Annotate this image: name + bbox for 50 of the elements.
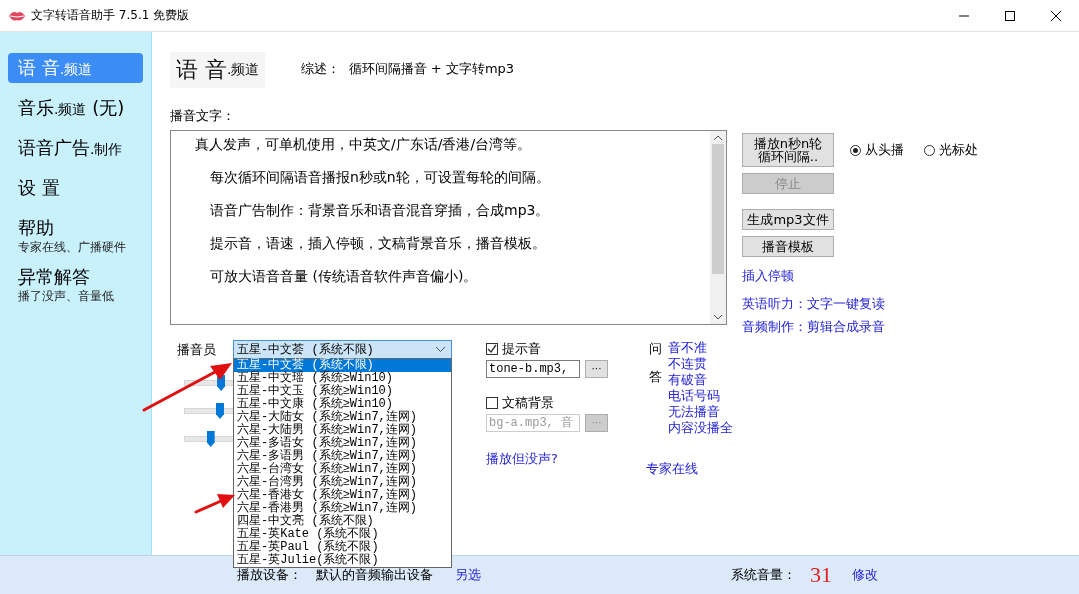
volume-label: 系统音量： [731, 566, 796, 584]
browse-button[interactable]: ··· [585, 360, 608, 378]
link[interactable]: 插入停顿 [742, 267, 978, 285]
maximize-icon [1005, 10, 1015, 21]
action-button[interactable]: 播音模板 [742, 236, 834, 257]
sidebar-item-caption: 专家在线、广播硬件 [17, 239, 127, 256]
volume-value: 31 [810, 562, 832, 588]
slider-thumb[interactable] [206, 431, 215, 447]
scrollbar[interactable] [710, 131, 726, 324]
faq-link[interactable]: 电话号码 [668, 388, 733, 404]
script-text-area[interactable]: 真人发声，可单机使用，中英文/广东话/香港/台湾等。 每次循环间隔语音播报n秒或n轮，可设置每轮的间隔。 语音广告制作：背景音乐和语音混音穿插，合成mp3。 提示音，语速，插入停顿，文稿背景音乐，播音模板。 可放大语音音量 (传统语音软件声音偏小)。 [170, 130, 727, 325]
close-icon [1051, 10, 1061, 21]
check-icon [487, 344, 497, 354]
link[interactable]: 音频制作：剪辑合成录音 [742, 318, 978, 336]
radio-option[interactable]: 光标处 [924, 141, 978, 159]
sidebar-item[interactable]: 音乐.频道 (无) [8, 93, 143, 123]
faq-link[interactable]: 音不准 [668, 340, 733, 356]
chevron-icon [436, 347, 445, 352]
faq-link[interactable]: 不连贯 [668, 356, 733, 372]
window-title: 文字转语音助手 7.5.1 免费版 [31, 7, 191, 24]
action-button[interactable]: 播放n秒n轮 循环间隔.. [742, 133, 834, 167]
link[interactable]: 专家在线 [646, 460, 733, 478]
file-field[interactable]: tone-b.mp3, [486, 360, 580, 378]
summary-text: 综述： 循环间隔播音 + 文字转mp3 [301, 60, 515, 78]
announcer-dropdown[interactable]: 五星-中文荟 (系统不限) [233, 340, 452, 359]
dropdown-option[interactable]: 五星-中文荟 (系统不限) [234, 359, 451, 372]
sidebar-item[interactable]: 设 置 [8, 173, 143, 203]
faq-link[interactable]: 内容没播全 [668, 420, 733, 436]
sidebar-item[interactable]: 语音广告.制作 [8, 133, 143, 163]
device-label: 播放设备： [237, 566, 302, 584]
lips-icon [9, 10, 25, 21]
faq-link[interactable]: 有破音 [668, 372, 733, 388]
sidebar-item-caption: 播了没声、音量低 [17, 288, 115, 305]
faq-label: 问 [649, 340, 662, 358]
scroll-down-icon[interactable] [714, 314, 722, 320]
device-name: 默认的音频输出设备 [316, 566, 433, 584]
change-volume-link[interactable]: 修改 [852, 566, 878, 584]
action-button[interactable]: 生成mp3文件 [742, 209, 834, 230]
change-device-link[interactable]: 另选 [455, 566, 481, 584]
annotation-arrow [194, 494, 235, 514]
link[interactable]: 英语听力：文字一键复读 [742, 295, 978, 313]
scroll-up-icon[interactable] [714, 135, 722, 141]
radio-option[interactable]: 从头播 [850, 141, 904, 159]
checkbox-option[interactable]: 文稿背景 [486, 394, 649, 412]
slider-thumb[interactable] [215, 403, 224, 419]
faq-link[interactable]: 无法播音 [668, 404, 733, 420]
announcer-label: 播音员 [176, 340, 217, 359]
checkbox-option[interactable]: 提示音 [486, 340, 649, 358]
script-label: 播音文字： [170, 107, 236, 125]
faq-label: 答 [649, 368, 662, 386]
